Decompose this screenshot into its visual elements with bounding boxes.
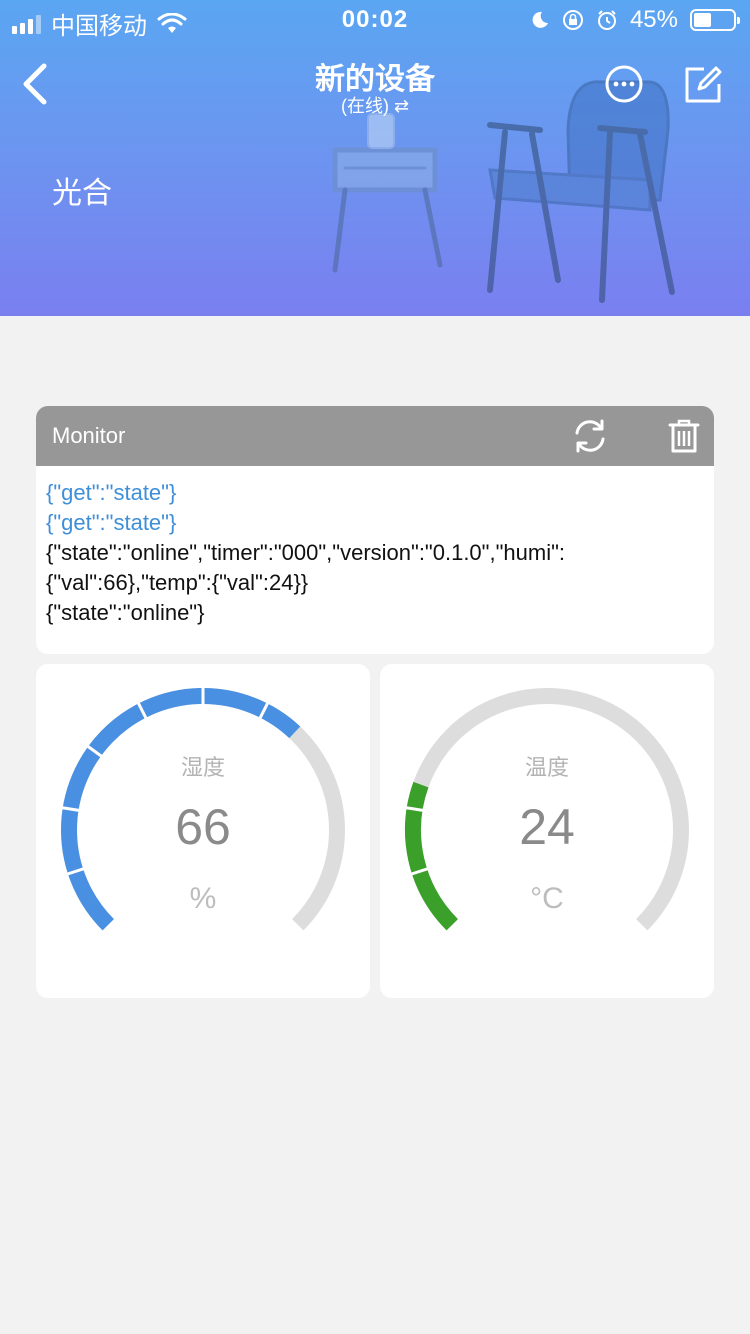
group-label: 光合 [52, 177, 112, 210]
refresh-button[interactable] [572, 418, 608, 454]
monitor-title: Monitor [52, 423, 126, 448]
temperature-value: 24 [519, 799, 575, 855]
edit-button[interactable] [682, 64, 724, 106]
status-bar: 中国移动 00:02 45% [0, 0, 750, 40]
alarm-icon [597, 10, 616, 30]
temperature-unit: °C [530, 882, 564, 915]
monitor-card: Monitor {"get":"state"} {"get":"state"} {"… [36, 406, 714, 654]
temperature-gauge-card: 温度 24 °C [380, 664, 714, 998]
more-button[interactable] [604, 64, 644, 104]
monitor-log: {"get":"state"} {"get":"state"} {"state":"… [36, 466, 714, 628]
trash-button[interactable] [668, 418, 700, 454]
moon-icon [532, 11, 548, 28]
orientation-lock-icon [562, 10, 583, 30]
device-header: 中国移动 00:02 45% 新的设备 (在线) ⇄ 光合 [0, 0, 750, 316]
humidity-unit: % [189, 882, 217, 915]
log-line: {"val":66},"temp":{"val":24}} [46, 570, 309, 595]
log-line: {"get":"state"} [46, 480, 177, 505]
monitor-header: Monitor [36, 406, 714, 466]
battery-icon [690, 9, 740, 31]
humidity-label: 湿度 [180, 755, 225, 780]
log-line: {"get":"state"} [46, 510, 177, 535]
log-line: {"state":"online","timer":"000","version… [46, 540, 566, 565]
log-line: {"state":"online"} [46, 600, 205, 625]
humidity-gauge-card: 湿度 66 % [36, 664, 370, 998]
temperature-label: 温度 [524, 755, 569, 780]
humidity-value: 66 [175, 799, 231, 855]
battery-percent: 45% [629, 6, 678, 33]
